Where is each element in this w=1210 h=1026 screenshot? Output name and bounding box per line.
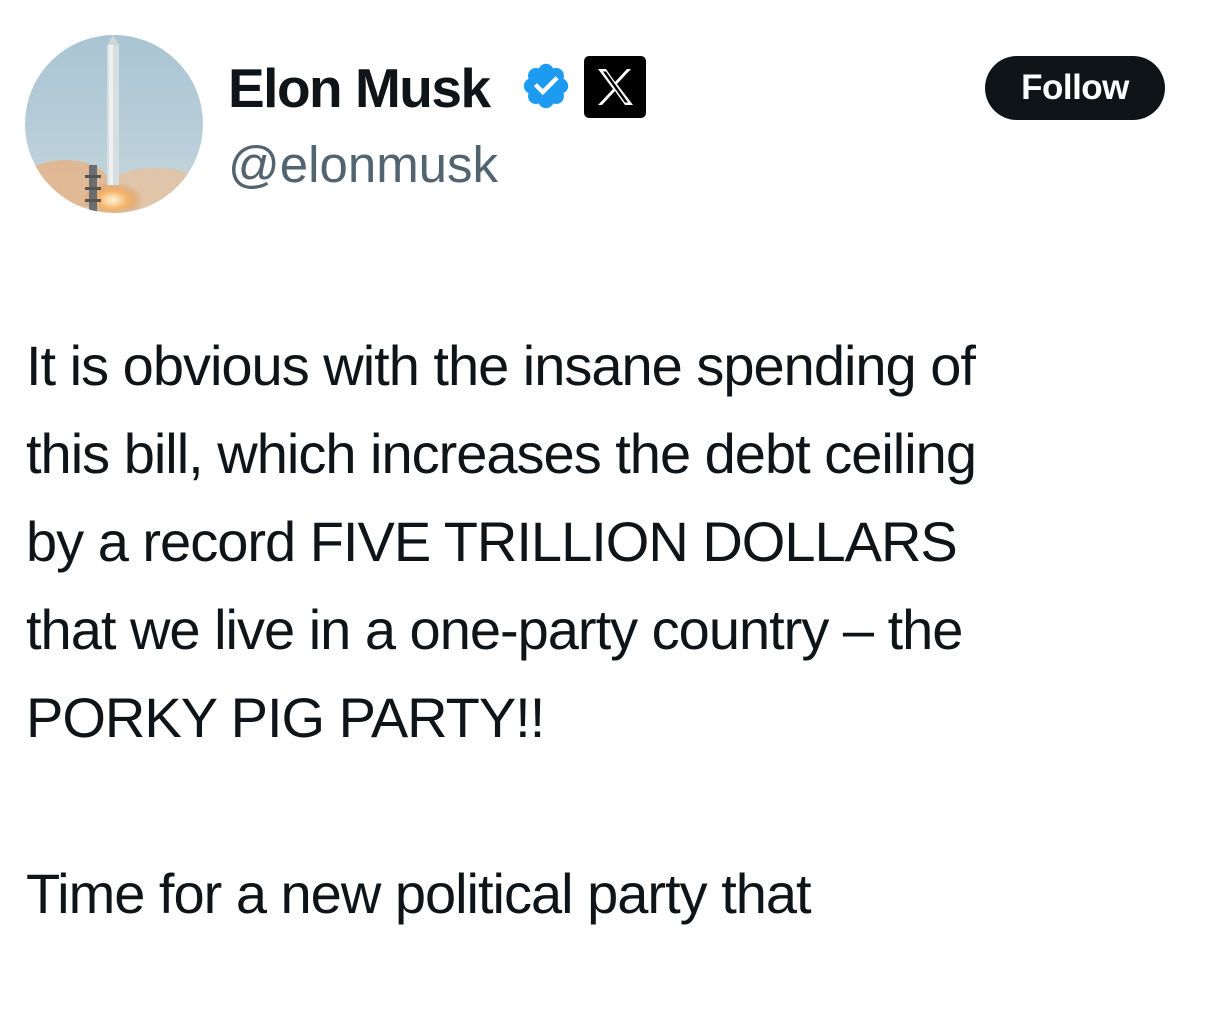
follow-button[interactable]: Follow xyxy=(985,56,1165,120)
avatar[interactable] xyxy=(25,35,203,213)
x-logo-icon[interactable] xyxy=(584,56,646,118)
tweet-text: It is obvious with the insane spending o… xyxy=(26,322,1210,1026)
verified-badge-icon[interactable] xyxy=(520,60,572,112)
tweet-paragraph: It is obvious with the insane spending o… xyxy=(26,334,977,749)
display-name[interactable]: Elon Musk xyxy=(228,57,491,119)
rocket-launch-avatar xyxy=(25,35,203,213)
tweet-paragraph: Time for a new political party that xyxy=(26,862,812,925)
user-handle[interactable]: @elonmusk xyxy=(228,135,498,195)
